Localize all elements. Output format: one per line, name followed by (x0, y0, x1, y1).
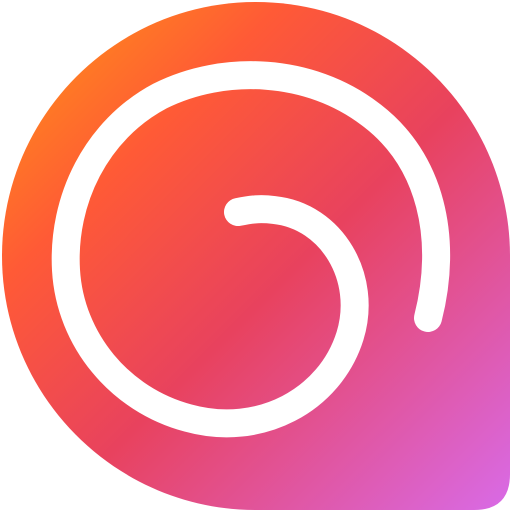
spiral-logo-icon (2, 2, 510, 510)
logo-canvas (0, 0, 512, 512)
